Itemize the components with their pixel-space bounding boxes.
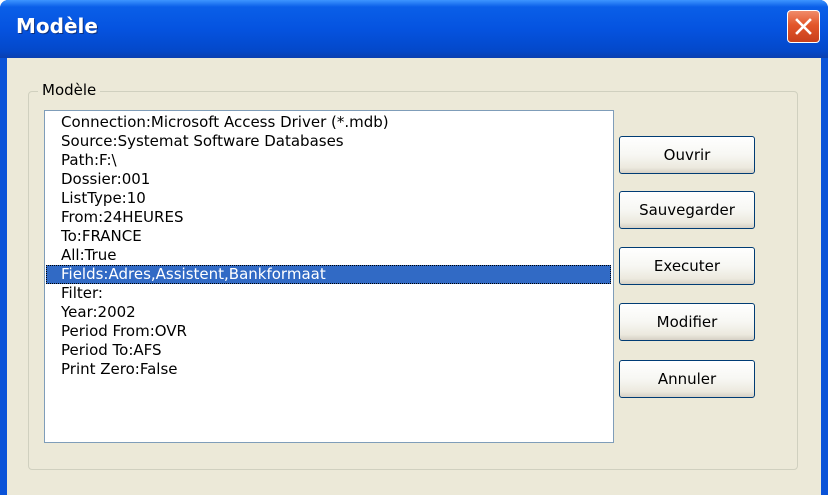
list-item[interactable]: ListType:10 — [46, 189, 611, 208]
groupbox-legend: Modèle — [38, 81, 101, 99]
list-item[interactable]: Year:2002 — [46, 303, 611, 322]
window-title: Modèle — [16, 14, 98, 38]
title-bar[interactable]: Modèle — [0, 0, 828, 58]
save-button[interactable]: Sauvegarder — [619, 191, 755, 229]
list-item[interactable]: Filter: — [46, 284, 611, 303]
settings-listbox[interactable]: Connection:Microsoft Access Driver (*.md… — [44, 110, 614, 443]
dialog-window: Modèle Modèle Connection:Microsoft Acces… — [0, 0, 828, 495]
list-item[interactable]: Fields:Adres,Assistent,Bankformaat — [46, 265, 611, 284]
list-item[interactable]: From:24HEURES — [46, 208, 611, 227]
close-icon — [795, 18, 812, 35]
listbox-items: Connection:Microsoft Access Driver (*.md… — [46, 113, 611, 379]
modify-button[interactable]: Modifier — [619, 303, 755, 341]
list-item[interactable]: Connection:Microsoft Access Driver (*.md… — [46, 113, 611, 132]
list-item[interactable]: To:FRANCE — [46, 227, 611, 246]
open-button[interactable]: Ouvrir — [619, 136, 755, 174]
list-item[interactable]: Period From:OVR — [46, 322, 611, 341]
list-item[interactable]: Period To:AFS — [46, 341, 611, 360]
list-item[interactable]: Dossier:001 — [46, 170, 611, 189]
list-item[interactable]: Source:Systemat Software Databases — [46, 132, 611, 151]
cancel-button[interactable]: Annuler — [619, 360, 755, 398]
dialog-client-area: Modèle Connection:Microsoft Access Drive… — [7, 58, 821, 495]
list-item[interactable]: Print Zero:False — [46, 360, 611, 379]
list-item[interactable]: Path:F:\ — [46, 151, 611, 170]
list-item[interactable]: All:True — [46, 246, 611, 265]
execute-button[interactable]: Executer — [619, 247, 755, 285]
close-button[interactable] — [787, 10, 820, 43]
